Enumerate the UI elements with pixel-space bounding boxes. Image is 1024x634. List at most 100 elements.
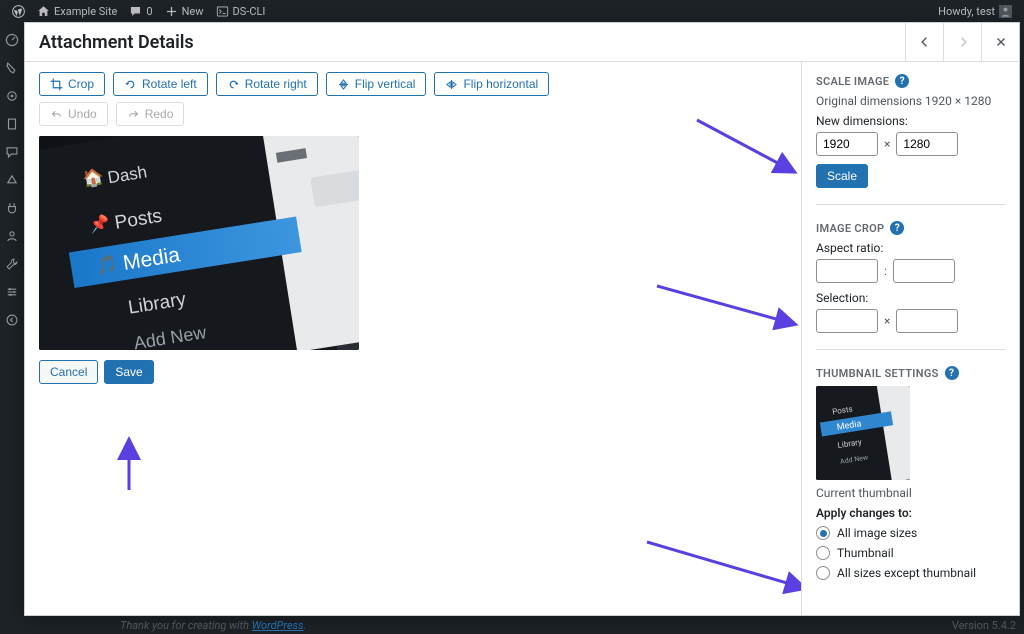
aspect-width-input[interactable]: [816, 259, 878, 283]
current-thumbnail-label: Current thumbnail: [816, 486, 1005, 500]
comment-icon: [129, 5, 142, 18]
selection-width-input[interactable]: [816, 309, 878, 333]
wp-sidebar-menu: [0, 22, 24, 634]
apply-except-thumbnail-radio[interactable]: All sizes except thumbnail: [816, 566, 1005, 580]
apply-all-radio[interactable]: All image sizes: [816, 526, 1005, 540]
editor-toolbar: Crop Rotate left Rotate right Flip verti…: [39, 72, 787, 96]
undo-icon: [50, 108, 63, 121]
undo-button[interactable]: Undo: [39, 102, 108, 126]
howdy-text: Howdy, test: [938, 5, 995, 18]
redo-label: Redo: [145, 107, 174, 121]
footer-version: Version 5.4.2: [952, 619, 1016, 632]
original-dimensions: Original dimensions 1920 × 1280: [816, 94, 1005, 108]
footer-wordpress-link[interactable]: WordPress: [252, 619, 304, 632]
selection-separator: ×: [884, 314, 890, 328]
rotate-left-icon: [124, 78, 137, 91]
close-modal-button[interactable]: [981, 23, 1019, 61]
tools-menu-icon[interactable]: [5, 256, 19, 270]
image-edit-sidebar: SCALE IMAGE ? Original dimensions 1920 ×…: [801, 62, 1019, 615]
apply-all-label: All image sizes: [837, 526, 917, 540]
dashboard-menu-icon[interactable]: [5, 32, 19, 46]
dimension-separator: ×: [884, 137, 890, 151]
comments-count: 0: [146, 5, 152, 18]
cancel-button[interactable]: Cancel: [39, 360, 98, 384]
image-editor: Crop Rotate left Rotate right Flip verti…: [25, 62, 801, 615]
help-icon[interactable]: ?: [895, 74, 909, 88]
help-icon[interactable]: ?: [945, 366, 959, 380]
wp-logo[interactable]: [6, 5, 31, 18]
dscli-label: DS-CLI: [233, 5, 266, 18]
howdy-link[interactable]: Howdy, test: [932, 5, 1018, 18]
users-menu-icon[interactable]: [5, 228, 19, 242]
site-name-label: Example Site: [54, 5, 117, 18]
new-label: New: [182, 5, 204, 18]
wp-adminbar: Example Site 0 New DS-CLI Howdy, test: [0, 0, 1024, 22]
modal-title: Attachment Details: [25, 24, 208, 61]
rotate-left-button[interactable]: Rotate left: [113, 72, 208, 96]
flip-horizontal-button[interactable]: Flip horizontal: [434, 72, 549, 96]
posts-menu-icon[interactable]: [5, 60, 19, 74]
aspect-height-input[interactable]: [893, 259, 955, 283]
crop-button[interactable]: Crop: [39, 72, 105, 96]
flip-vertical-label: Flip vertical: [355, 77, 416, 91]
history-toolbar: Undo Redo: [39, 102, 787, 126]
redo-button[interactable]: Redo: [116, 102, 185, 126]
radio-icon: [816, 546, 830, 560]
help-icon[interactable]: ?: [890, 221, 904, 235]
image-crop-heading: IMAGE CROP ?: [816, 221, 1005, 235]
rotate-right-icon: [227, 78, 240, 91]
media-menu-icon[interactable]: [5, 88, 19, 102]
rotate-right-label: Rotate right: [245, 77, 307, 91]
modal-header: Attachment Details: [25, 23, 1019, 62]
terminal-icon: [216, 5, 229, 18]
dscli-link[interactable]: DS-CLI: [210, 5, 272, 18]
scale-image-heading: SCALE IMAGE ?: [816, 74, 1005, 88]
selection-label: Selection:: [816, 291, 1005, 305]
scale-height-input[interactable]: [896, 132, 958, 156]
collapse-menu-icon[interactable]: [5, 312, 19, 326]
wordpress-icon: [12, 5, 25, 18]
scale-button[interactable]: Scale: [816, 164, 868, 188]
new-content-link[interactable]: New: [159, 5, 210, 18]
thumbnail-preview: Posts Media Library Add New: [816, 386, 910, 480]
flip-horizontal-label: Flip horizontal: [463, 77, 538, 91]
annotation-arrow-icon: [119, 444, 139, 496]
flip-vertical-icon: [337, 78, 350, 91]
save-button[interactable]: Save: [104, 360, 153, 384]
selection-height-input[interactable]: [896, 309, 958, 333]
pages-menu-icon[interactable]: [5, 116, 19, 130]
rotate-left-label: Rotate left: [142, 77, 197, 91]
site-name[interactable]: Example Site: [31, 5, 123, 18]
plugins-menu-icon[interactable]: [5, 200, 19, 214]
avatar-icon: [999, 5, 1012, 18]
editor-actions: Cancel Save: [39, 360, 787, 384]
prev-attachment-button[interactable]: [905, 23, 943, 61]
radio-icon: [816, 566, 830, 580]
comments-menu-icon[interactable]: [5, 144, 19, 158]
footer-thanks-prefix: Thank you for creating with: [120, 619, 252, 632]
settings-menu-icon[interactable]: [5, 284, 19, 298]
svg-text:🏠: 🏠: [81, 167, 105, 189]
comments-link[interactable]: 0: [123, 5, 158, 18]
appearance-menu-icon[interactable]: [5, 172, 19, 186]
apply-changes-label: Apply changes to:: [816, 506, 1005, 520]
flip-vertical-button[interactable]: Flip vertical: [326, 72, 427, 96]
rotate-right-button[interactable]: Rotate right: [216, 72, 318, 96]
apply-thumbnail-label: Thumbnail: [837, 546, 894, 560]
next-attachment-button[interactable]: [943, 23, 981, 61]
attachment-details-modal: Attachment Details Crop Rotate left Rota…: [24, 22, 1020, 616]
radio-icon: [816, 526, 830, 540]
redo-icon: [127, 108, 140, 121]
image-preview[interactable]: 🏠Dash 📌Posts 🎵Media Library Add New: [39, 136, 359, 350]
crop-label: Crop: [68, 77, 94, 91]
home-icon: [37, 5, 50, 18]
annotation-arrow-icon: [653, 280, 793, 334]
flip-horizontal-icon: [445, 78, 458, 91]
scale-width-input[interactable]: [816, 132, 878, 156]
apply-thumbnail-radio[interactable]: Thumbnail: [816, 546, 1005, 560]
apply-except-label: All sizes except thumbnail: [837, 566, 976, 580]
thumbnail-settings-heading: THUMBNAIL SETTINGS ?: [816, 366, 1005, 380]
plus-icon: [165, 5, 178, 18]
new-dimensions-label: New dimensions:: [816, 114, 1005, 128]
svg-text:🎵: 🎵: [95, 254, 119, 276]
